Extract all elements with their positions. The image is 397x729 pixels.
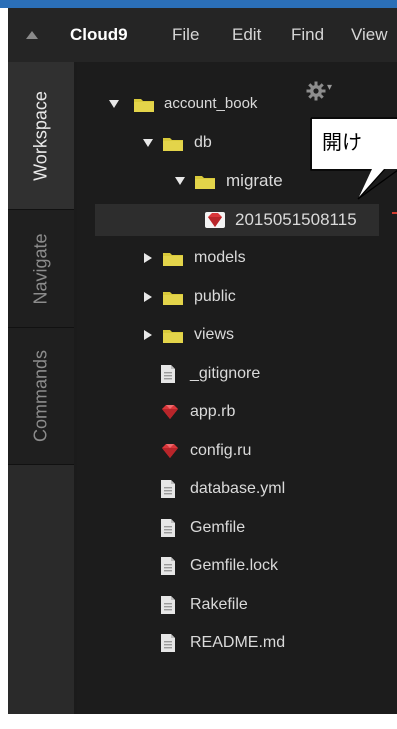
tab-navigate-label: Navigate xyxy=(30,232,51,305)
expanded-arrow-icon[interactable] xyxy=(174,165,186,197)
tree-item-database-yml[interactable]: database.yml xyxy=(77,473,397,505)
tree-item-config-ru[interactable]: config.ru xyxy=(77,435,397,467)
tree-item-public[interactable]: public xyxy=(77,281,397,313)
tree-item-app-rb[interactable]: app.rb xyxy=(77,396,397,428)
tree-item-label: public xyxy=(194,288,236,305)
document-icon xyxy=(157,596,179,614)
tree-item-readme[interactable]: README.md xyxy=(77,627,397,659)
document-icon xyxy=(157,365,179,383)
document-icon xyxy=(157,634,179,652)
folder-icon xyxy=(162,326,184,344)
folder-icon xyxy=(194,172,216,190)
folder-icon xyxy=(162,134,184,152)
tree-item-label: 2015051508115 xyxy=(235,210,357,229)
tree-item-label: _gitignore xyxy=(190,365,261,382)
tab-commands-label: Commands xyxy=(30,349,51,443)
tree-item-label: README.md xyxy=(190,634,286,651)
menu-find[interactable]: Find xyxy=(291,8,324,62)
callout-text: 開け xyxy=(322,130,362,154)
tree-item-label: config.ru xyxy=(190,442,252,459)
side-tab-bar: Workspace Navigate Commands xyxy=(8,62,74,714)
menu-bar: Cloud9 File Edit Find View xyxy=(8,8,397,63)
ruby-gem-icon xyxy=(159,403,181,421)
ruby-gem-icon xyxy=(204,211,226,229)
folder-icon xyxy=(133,95,155,113)
tree-item-label: models xyxy=(194,249,246,266)
tree-item-label: database.yml xyxy=(190,480,286,497)
tree-item-views[interactable]: views xyxy=(77,319,397,351)
error-marker xyxy=(392,212,397,214)
menu-file[interactable]: File xyxy=(172,8,199,62)
tree-item-rakefile[interactable]: Rakefile xyxy=(77,589,397,621)
tab-commands[interactable]: Commands xyxy=(8,328,74,465)
tree-item-label: Gemfile xyxy=(190,519,246,536)
tree-item-label: account_book xyxy=(164,95,258,112)
tree-item-label: app.rb xyxy=(190,403,236,420)
document-icon xyxy=(157,480,179,498)
document-icon xyxy=(157,519,179,537)
tree-item-label: Rakefile xyxy=(190,596,248,613)
window-bottom-margin xyxy=(8,714,397,729)
menu-cloud9[interactable]: Cloud9 xyxy=(70,8,128,62)
folder-icon xyxy=(162,249,184,267)
triangle-up-icon[interactable] xyxy=(8,8,56,62)
tree-item-label: Gemfile.lock xyxy=(190,557,279,574)
tree-item-migration-file[interactable]: 2015051508115 xyxy=(95,204,379,236)
tree-item-models[interactable]: models xyxy=(77,242,397,274)
menu-view[interactable]: View xyxy=(351,8,388,62)
expanded-arrow-icon[interactable] xyxy=(142,127,154,159)
collapsed-arrow-icon[interactable] xyxy=(142,281,154,313)
ruby-gem-icon xyxy=(159,442,181,460)
tree-item-migrate[interactable]: migrate xyxy=(77,165,397,197)
collapsed-arrow-icon[interactable] xyxy=(142,242,154,274)
document-icon xyxy=(157,557,179,575)
tab-navigate[interactable]: Navigate xyxy=(8,210,74,328)
folder-icon xyxy=(162,288,184,306)
tree-item-label: db xyxy=(194,134,212,151)
tree-item-gemfile-lock[interactable]: Gemfile.lock xyxy=(77,550,397,582)
tree-item-account-book[interactable]: account_book xyxy=(77,88,397,120)
collapsed-arrow-icon[interactable] xyxy=(142,319,154,351)
tab-workspace[interactable]: Workspace xyxy=(8,62,74,210)
tree-item-label: migrate xyxy=(226,171,283,190)
expanded-arrow-icon[interactable] xyxy=(108,88,120,120)
cloud9-ide-window: Cloud9 File Edit Find View Workspace Nav… xyxy=(0,0,397,729)
tree-item-gemfile[interactable]: Gemfile xyxy=(77,512,397,544)
window-top-accent xyxy=(0,0,397,8)
menu-edit[interactable]: Edit xyxy=(232,8,261,62)
tree-item-label: views xyxy=(194,326,235,343)
tab-workspace-label: Workspace xyxy=(30,90,51,181)
tree-item-gitignore[interactable]: _gitignore xyxy=(77,358,397,390)
